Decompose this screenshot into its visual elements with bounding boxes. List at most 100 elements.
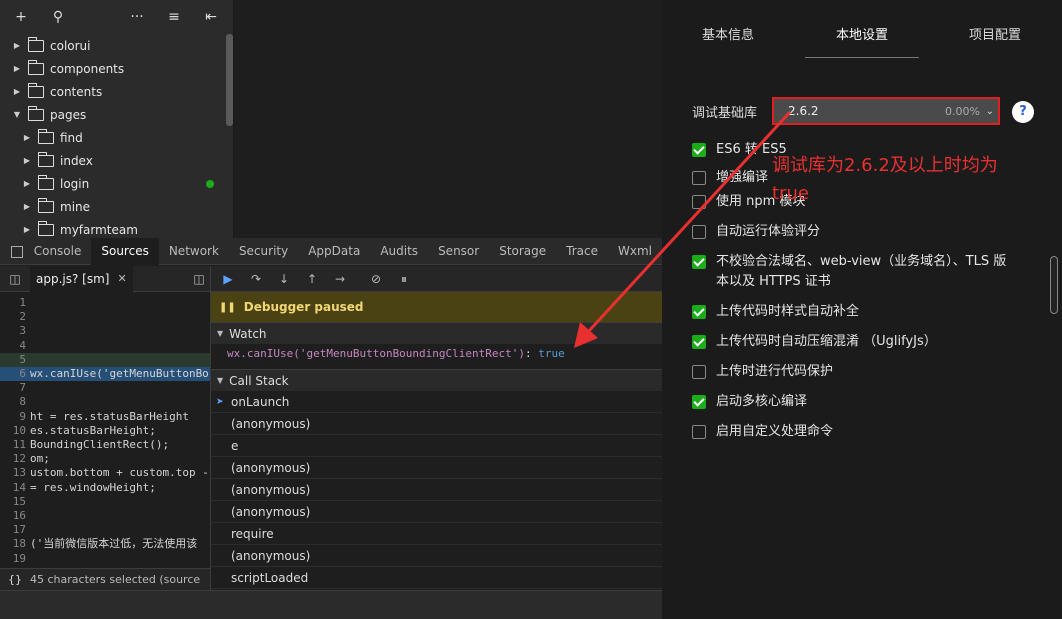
tab-wxml[interactable]: Wxml bbox=[608, 238, 662, 265]
step-icon[interactable]: → bbox=[331, 271, 349, 287]
line-number[interactable]: 17 bbox=[0, 523, 30, 537]
toggle-debugger-icon[interactable]: ◫ bbox=[188, 272, 210, 286]
tab-trace[interactable]: Trace bbox=[556, 238, 608, 265]
tree-item[interactable]: ▶ find bbox=[0, 126, 234, 149]
watch-section-header[interactable]: ▼ Watch bbox=[210, 322, 662, 344]
code-line[interactable]: 1 bbox=[0, 296, 210, 310]
line-number[interactable]: 18 bbox=[0, 537, 30, 551]
checkbox-checked-icon[interactable] bbox=[692, 395, 706, 409]
checkbox-checked-icon[interactable] bbox=[692, 143, 706, 157]
code-line[interactable]: 6 wx.canIUse('getMenuButtonBo bbox=[0, 367, 210, 381]
line-number[interactable]: 4 bbox=[0, 339, 30, 353]
line-number[interactable]: 13 bbox=[0, 466, 30, 480]
code-line[interactable]: 7 bbox=[0, 381, 210, 395]
add-icon[interactable]: + bbox=[10, 7, 32, 27]
line-number[interactable]: 11 bbox=[0, 438, 30, 452]
line-number[interactable]: 1 bbox=[0, 296, 30, 310]
callstack-frame[interactable]: (anonymous) bbox=[211, 545, 662, 567]
code-line[interactable]: 13 ustom.bottom + custom.top - bbox=[0, 466, 210, 480]
settings-option[interactable]: 增强编译 bbox=[692, 168, 768, 188]
checkbox-checked-icon[interactable] bbox=[692, 305, 706, 319]
code-line[interactable]: 3 bbox=[0, 324, 210, 338]
step-over-icon[interactable]: ↷ bbox=[247, 271, 265, 287]
checkbox-unchecked-icon[interactable] bbox=[692, 365, 706, 379]
tree-item[interactable]: ▶ components bbox=[0, 57, 234, 80]
deactivate-breakpoints-icon[interactable]: ⊘ bbox=[367, 271, 385, 287]
tree-item[interactable]: ▼ pages bbox=[0, 103, 234, 126]
code-line[interactable]: 14 = res.windowHeight; bbox=[0, 481, 210, 495]
pause-on-exceptions-icon[interactable]: ⏸ bbox=[395, 271, 413, 287]
tab-project-config[interactable]: 项目配置 bbox=[969, 24, 1021, 43]
code-line[interactable]: 2 bbox=[0, 310, 210, 324]
watch-expression[interactable]: wx.canIUse('getMenuButtonBoundingClientR… bbox=[210, 344, 662, 368]
collapse-all-icon[interactable]: ≡ bbox=[163, 7, 185, 27]
file-tree-scrollbar[interactable] bbox=[226, 34, 233, 126]
callstack-frame[interactable]: e bbox=[211, 435, 662, 457]
line-number[interactable]: 7 bbox=[0, 381, 30, 395]
line-number[interactable]: 14 bbox=[0, 481, 30, 495]
tree-item[interactable]: ▶ mine bbox=[0, 195, 234, 218]
settings-option[interactable]: 自动运行体验评分 bbox=[692, 222, 820, 242]
code-line[interactable]: 16 bbox=[0, 509, 210, 523]
line-number[interactable]: 16 bbox=[0, 509, 30, 523]
tab-appdata[interactable]: AppData bbox=[298, 238, 370, 265]
line-number[interactable]: 8 bbox=[0, 395, 30, 409]
search-icon[interactable]: ⚲ bbox=[47, 7, 69, 27]
callstack-frame[interactable]: require bbox=[211, 523, 662, 545]
callstack-frame[interactable]: (anonymous) bbox=[211, 457, 662, 479]
line-number[interactable]: 12 bbox=[0, 452, 30, 466]
callstack-frame[interactable]: scriptLoaded bbox=[211, 567, 662, 589]
step-into-icon[interactable]: ↓ bbox=[275, 271, 293, 287]
checkbox-checked-icon[interactable] bbox=[692, 255, 706, 269]
checkbox-unchecked-icon[interactable] bbox=[692, 195, 706, 209]
step-out-icon[interactable]: ↑ bbox=[303, 271, 321, 287]
debug-lib-select[interactable]: 2.6.2 0.00% ⌄ bbox=[772, 97, 1000, 125]
code-line[interactable]: 12 om; bbox=[0, 452, 210, 466]
code-line[interactable]: 11 BoundingClientRect(); bbox=[0, 438, 210, 452]
code-line[interactable]: 15 bbox=[0, 495, 210, 509]
code-editor[interactable]: 1 2 3 4 5 6 wx.canIUse('getMenuButtonBo 7 8 9 ht =… bbox=[0, 292, 210, 568]
callstack-frame[interactable]: (anonymous) bbox=[211, 413, 662, 435]
tab-console[interactable]: Console bbox=[24, 238, 92, 265]
inspect-element-icon[interactable] bbox=[0, 238, 24, 265]
code-line[interactable]: 19 bbox=[0, 552, 210, 566]
pretty-print-icon[interactable]: {} bbox=[0, 573, 30, 586]
tab-local-settings[interactable]: 本地设置 bbox=[836, 24, 888, 43]
callstack-section-header[interactable]: ▼ Call Stack bbox=[210, 369, 662, 391]
line-number[interactable]: 10 bbox=[0, 424, 30, 438]
line-number[interactable]: 2 bbox=[0, 310, 30, 324]
settings-option[interactable]: 上传代码时自动压缩混淆 （UglifyJs） bbox=[692, 332, 937, 352]
checkbox-unchecked-icon[interactable] bbox=[692, 425, 706, 439]
tab-storage[interactable]: Storage bbox=[489, 238, 556, 265]
line-number[interactable]: 5 bbox=[0, 353, 30, 367]
code-line[interactable]: 18 ('当前微信版本过低，无法使用该 bbox=[0, 537, 210, 551]
file-tab-appjs[interactable]: app.js? [sm] ✕ bbox=[30, 265, 133, 292]
line-number[interactable]: 15 bbox=[0, 495, 30, 509]
tree-item[interactable]: ▶ colorui bbox=[0, 34, 234, 57]
settings-option[interactable]: 上传代码时样式自动补全 bbox=[692, 302, 859, 322]
line-number[interactable]: 19 bbox=[0, 552, 30, 566]
settings-scrollbar[interactable] bbox=[1050, 256, 1058, 314]
help-icon[interactable]: ? bbox=[1012, 101, 1034, 123]
tab-sources[interactable]: Sources bbox=[91, 237, 159, 265]
tab-network[interactable]: Network bbox=[159, 238, 229, 265]
tree-item[interactable]: ▶ index bbox=[0, 149, 234, 172]
line-number[interactable]: 6 bbox=[0, 367, 30, 381]
line-number[interactable]: 3 bbox=[0, 324, 30, 338]
code-line[interactable]: 10 es.statusBarHeight; bbox=[0, 424, 210, 438]
callstack-frame[interactable]: ➤ onLaunch bbox=[211, 391, 662, 413]
tab-basic-info[interactable]: 基本信息 bbox=[702, 24, 754, 43]
more-icon[interactable]: ··· bbox=[126, 7, 148, 27]
code-line[interactable]: 5 bbox=[0, 352, 210, 367]
checkbox-unchecked-icon[interactable] bbox=[692, 171, 706, 185]
settings-option[interactable]: 启动多核心编译 bbox=[692, 392, 807, 412]
code-line[interactable]: 8 bbox=[0, 395, 210, 409]
checkbox-checked-icon[interactable] bbox=[692, 335, 706, 349]
toggle-navigator-icon[interactable]: ◫ bbox=[0, 272, 30, 286]
tree-item[interactable]: ▶ login bbox=[0, 172, 234, 195]
hide-sidebar-icon[interactable]: ⇤ bbox=[200, 7, 222, 27]
code-line[interactable]: 4 bbox=[0, 339, 210, 353]
settings-option[interactable]: 启用自定义处理命令 bbox=[692, 422, 833, 442]
checkbox-unchecked-icon[interactable] bbox=[692, 225, 706, 239]
tab-audits[interactable]: Audits bbox=[370, 238, 428, 265]
